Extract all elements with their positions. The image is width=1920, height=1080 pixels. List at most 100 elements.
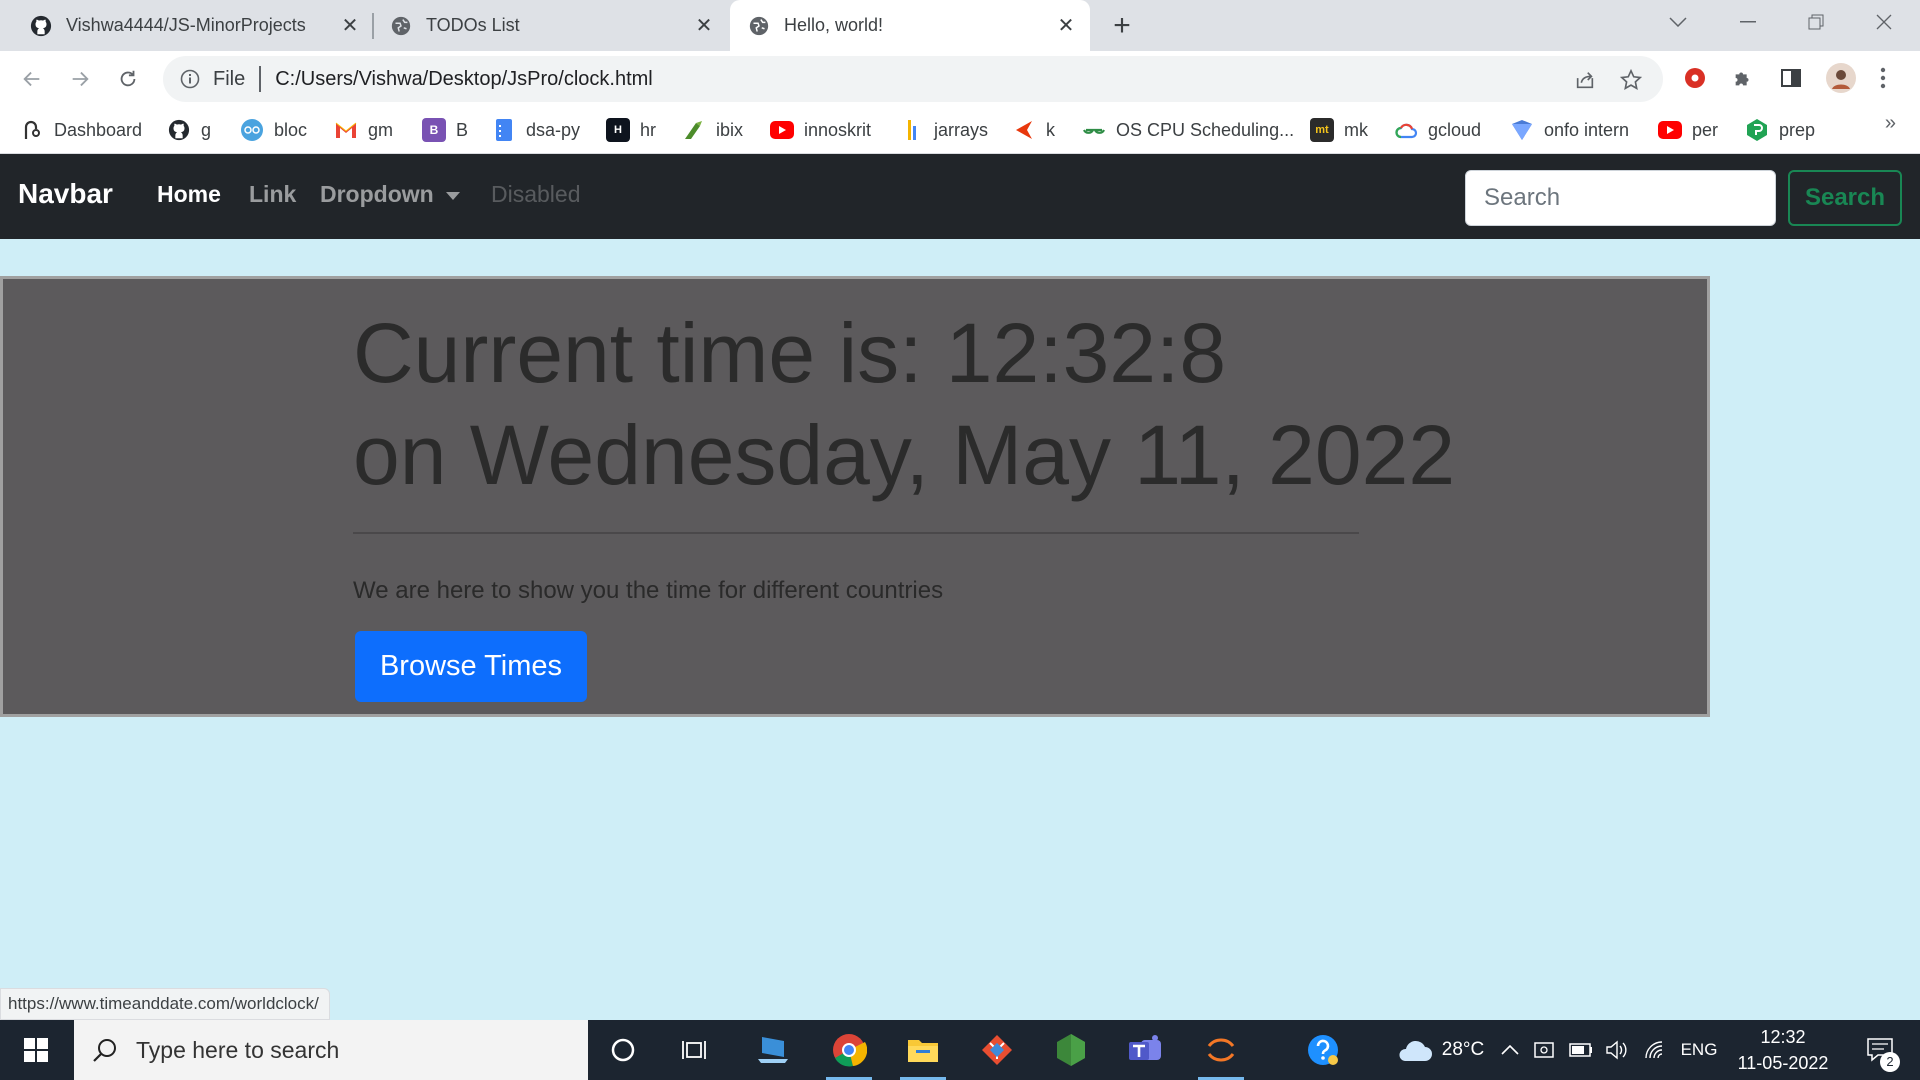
gmail-icon	[334, 118, 358, 142]
prep-icon	[1745, 118, 1769, 142]
nav-link-home[interactable]: Home	[157, 181, 221, 208]
close-icon[interactable]: ✕	[1054, 14, 1078, 38]
bookmark-innoskrit[interactable]: innoskrit	[770, 116, 871, 144]
bookmark-gm[interactable]: gm	[334, 116, 393, 144]
tab-search-chevron-icon[interactable]	[1650, 0, 1706, 44]
help-icon[interactable]	[1294, 1020, 1352, 1080]
navbar-brand[interactable]: Navbar	[18, 178, 113, 210]
wifi-icon[interactable]	[1640, 1020, 1670, 1080]
notification-center-button[interactable]: 2	[1852, 1020, 1908, 1080]
link-status-bubble: https://www.timeanddate.com/worldclock/	[0, 988, 330, 1020]
puzzle-icon[interactable]	[1728, 63, 1758, 93]
close-icon[interactable]: ✕	[338, 14, 362, 38]
meet-now-icon[interactable]	[1530, 1020, 1560, 1080]
laptop-app-icon[interactable]	[744, 1020, 802, 1080]
tab-github[interactable]: Vishwa4444/JS-MinorProjects ✕	[0, 0, 374, 51]
bookmark-ibix[interactable]: ibix	[682, 116, 743, 144]
tab-todos[interactable]: TODOs List ✕	[374, 0, 728, 51]
file-explorer-icon[interactable]	[894, 1020, 952, 1080]
input-language[interactable]: ENG	[1676, 1020, 1722, 1080]
globe-icon	[748, 15, 770, 37]
bookmark-label: innoskrit	[804, 119, 872, 140]
notification-count-badge: 2	[1880, 1052, 1900, 1072]
jupyter-icon[interactable]	[1192, 1020, 1250, 1080]
github-icon	[30, 15, 52, 37]
bookmark-dsa-py[interactable]: dsa-py	[492, 116, 580, 144]
bookmark-onfo-intern[interactable]: onfo intern	[1510, 116, 1629, 144]
bookmark-hr[interactable]: H hr	[606, 116, 656, 144]
scheme-label: File	[213, 67, 246, 90]
bookmark-label: onfo intern	[1544, 119, 1630, 140]
address-bar[interactable]: File C:/Users/Vishwa/Desktop/JsPro/clock…	[163, 56, 1663, 102]
bookmark-label: gm	[368, 119, 394, 140]
bookmark-label: B	[456, 119, 469, 140]
taskbar-search-box[interactable]: Type here to search	[74, 1020, 588, 1080]
bookmark-label: per	[1692, 119, 1719, 140]
bookmark-mk[interactable]: mt mk	[1310, 116, 1368, 144]
cortana-icon[interactable]	[594, 1020, 652, 1080]
site-navbar: Navbar Home Link Dropdown Disabled Searc…	[0, 154, 1920, 239]
divider	[353, 532, 1359, 534]
share-icon[interactable]	[1571, 66, 1599, 94]
bookmark-label: jarrays	[934, 119, 989, 140]
doc-icon	[492, 118, 516, 142]
bookmark-prep[interactable]: prep	[1745, 116, 1815, 144]
reload-button[interactable]	[110, 61, 146, 97]
nodejs-icon[interactable]	[1042, 1020, 1100, 1080]
weather-widget[interactable]: 28°C	[1380, 1020, 1500, 1080]
lead-text: We are here to show you the time for dif…	[353, 577, 944, 604]
bookmark-label: prep	[1779, 119, 1816, 140]
bookmark-label: hr	[640, 119, 657, 140]
gcloud-icon	[1394, 118, 1418, 142]
git-app-icon[interactable]	[968, 1020, 1026, 1080]
windows-taskbar: Type here to search 28°C ENG 12:32 11-05…	[0, 1020, 1920, 1080]
tab-title: Vishwa4444/JS-MinorProjects	[66, 15, 306, 35]
nav-link-link[interactable]: Link	[249, 181, 296, 208]
onfo-icon	[1510, 118, 1534, 142]
back-button[interactable]	[14, 61, 50, 97]
navbar-search-input[interactable]	[1465, 170, 1776, 226]
bookmark-g[interactable]: g	[167, 116, 211, 144]
side-panel-icon[interactable]	[1776, 63, 1806, 93]
volume-icon[interactable]	[1602, 1020, 1632, 1080]
browser-toolbar: File C:/Users/Vishwa/Desktop/JsPro/clock…	[0, 51, 1920, 106]
bookmark-os-cpu-scheduling[interactable]: OS CPU Scheduling...	[1082, 116, 1294, 144]
divider	[259, 66, 262, 92]
forward-button[interactable]	[62, 61, 98, 97]
star-icon[interactable]	[1617, 66, 1645, 94]
close-icon[interactable]: ✕	[692, 14, 716, 38]
bookmark-label: dsa-py	[526, 119, 581, 140]
record-extension-icon[interactable]	[1680, 63, 1710, 93]
bookmark-dashboard[interactable]: Dashboard	[20, 116, 142, 144]
task-view-icon[interactable]	[666, 1020, 724, 1080]
bookmark-gcloud[interactable]: gcloud	[1394, 116, 1481, 144]
bookmark-label: g	[201, 119, 212, 140]
tab-hello-world[interactable]: Hello, world! ✕	[730, 0, 1090, 51]
info-icon[interactable]	[179, 68, 201, 90]
mt-icon: mt	[1310, 118, 1334, 142]
bookmarks-overflow-button[interactable]: »	[1885, 112, 1896, 135]
bookmark-b[interactable]: B B	[422, 116, 468, 144]
restore-button[interactable]	[1788, 0, 1844, 44]
avatar[interactable]	[1824, 61, 1858, 95]
chevron-up-icon[interactable]	[1496, 1020, 1524, 1080]
chrome-icon[interactable]	[820, 1020, 878, 1080]
bookmark-jarrays[interactable]: jarrays	[900, 116, 988, 144]
nav-dropdown[interactable]: Dropdown	[320, 181, 460, 208]
battery-icon[interactable]	[1566, 1020, 1596, 1080]
new-tab-button[interactable]: +	[1106, 9, 1138, 42]
close-window-button[interactable]	[1856, 0, 1912, 44]
bookmark-bloc[interactable]: bloc	[240, 116, 307, 144]
navbar-search-button[interactable]: Search	[1788, 170, 1902, 226]
browse-times-button[interactable]: Browse Times	[355, 631, 587, 702]
minimize-button[interactable]	[1720, 0, 1776, 44]
url-text[interactable]: C:/Users/Vishwa/Desktop/JsPro/clock.html	[275, 68, 653, 91]
windows-start-button[interactable]	[0, 1020, 72, 1080]
teams-icon[interactable]	[1116, 1020, 1174, 1080]
bookmark-per[interactable]: per	[1658, 116, 1718, 144]
kebab-menu-icon[interactable]	[1868, 63, 1898, 93]
taskbar-clock[interactable]: 12:32 11-05-2022	[1728, 1024, 1838, 1076]
nav-link-disabled: Disabled	[491, 181, 581, 207]
bloc-icon	[240, 118, 264, 142]
bookmark-k[interactable]: k	[1012, 116, 1055, 144]
